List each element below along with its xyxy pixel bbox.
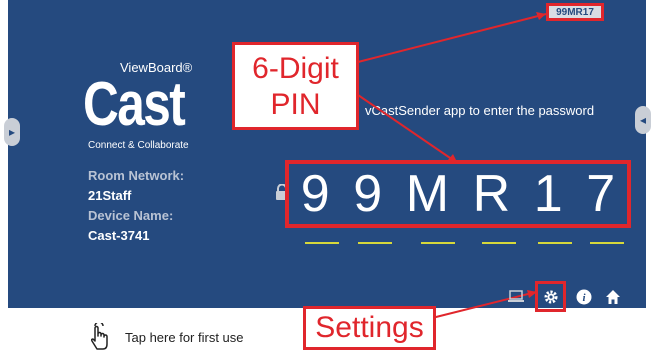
first-use-button[interactable]: Tap here for first use <box>87 323 244 351</box>
home-icon[interactable] <box>603 287 623 307</box>
settings-callout: Settings <box>303 306 436 350</box>
gear-icon[interactable] <box>541 287 561 307</box>
hand-tap-icon <box>90 323 108 350</box>
first-use-label: Tap here for first use <box>125 329 244 345</box>
pin-callout-line1: 6-Digit <box>252 52 339 85</box>
info-icon[interactable]: i <box>574 287 594 307</box>
pin-callout-line2: PIN <box>270 88 321 121</box>
pin-callout: 6-Digit PIN <box>232 42 359 130</box>
laptop-icon[interactable] <box>506 287 526 307</box>
